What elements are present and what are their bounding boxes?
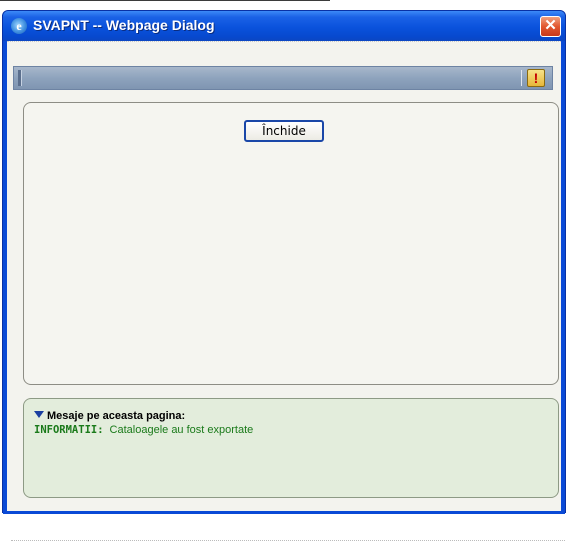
messages-panel: Mesaje pe aceasta pagina: INFORMATII: Cat… <box>23 398 559 498</box>
message-type-label: INFORMATII: <box>34 424 104 436</box>
message-text: Cataloagele au fost exportate <box>109 424 254 436</box>
inchide-button[interactable]: Închide <box>244 120 324 142</box>
title-bar[interactable]: e SVAPNT -- Webpage Dialog ✕ <box>3 11 565 41</box>
messages-header-label: Mesaje pe aceasta pagina: <box>47 410 186 422</box>
window-close-button[interactable]: ✕ <box>540 16 561 37</box>
collapse-triangle-icon[interactable] <box>34 411 44 418</box>
toolbar-separator <box>521 70 522 86</box>
background-line <box>0 0 330 1</box>
dialog-client-area: ! Închide Mesaje pe aceasta pagina: INFO… <box>7 41 565 541</box>
dialog-window: e SVAPNT -- Webpage Dialog ✕ ! Închide M… <box>2 10 566 541</box>
window-title: SVAPNT -- Webpage Dialog <box>33 17 215 33</box>
toolbar: ! <box>13 66 553 90</box>
messages-header[interactable]: Mesaje pe aceasta pagina: <box>34 410 185 422</box>
ie-icon: e <box>11 18 27 34</box>
toolbar-grip[interactable] <box>18 70 22 86</box>
exclamation-icon[interactable]: ! <box>527 69 545 87</box>
content-panel: Închide <box>23 102 559 385</box>
message-item: INFORMATII: Cataloagele au fost exportate <box>34 424 253 436</box>
background-strip <box>0 0 569 10</box>
